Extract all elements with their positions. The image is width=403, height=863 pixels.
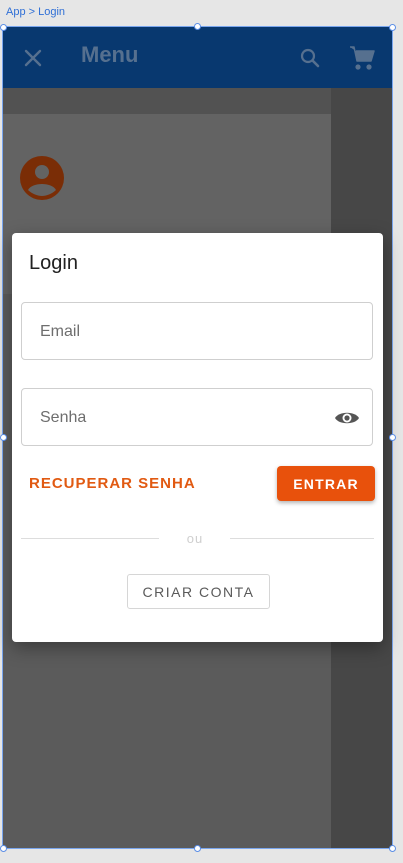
resize-handle-bottom-right[interactable] bbox=[389, 845, 396, 852]
resize-handle-right[interactable] bbox=[389, 434, 396, 441]
dialog-title: Login bbox=[29, 252, 78, 274]
account-circle-icon bbox=[20, 156, 64, 200]
password-input[interactable] bbox=[38, 389, 332, 447]
divider-left bbox=[21, 538, 159, 539]
breadcrumb[interactable]: App > Login bbox=[6, 6, 65, 18]
create-account-button[interactable]: CRIAR CONTA bbox=[127, 574, 270, 609]
resize-handle-top[interactable] bbox=[194, 23, 201, 30]
close-icon bbox=[24, 49, 42, 67]
or-separator: ou bbox=[186, 531, 204, 546]
login-dialog: Login RECUPERAR SENHA ENTRAR ou CRIAR CO… bbox=[12, 233, 383, 642]
email-field[interactable] bbox=[21, 302, 373, 361]
cart-button[interactable] bbox=[344, 40, 380, 76]
password-toggle-button[interactable] bbox=[334, 405, 360, 431]
resize-handle-bottom-left[interactable] bbox=[0, 845, 7, 852]
resize-handle-left[interactable] bbox=[0, 434, 7, 441]
resize-handle-top-left[interactable] bbox=[0, 24, 7, 31]
close-button[interactable] bbox=[15, 40, 51, 76]
password-field[interactable] bbox=[21, 388, 373, 447]
login-button[interactable]: ENTRAR bbox=[277, 466, 375, 501]
search-button[interactable] bbox=[292, 40, 328, 76]
divider-right bbox=[230, 538, 374, 539]
email-input[interactable] bbox=[38, 303, 332, 361]
app-bar: Menu bbox=[3, 27, 392, 88]
search-icon bbox=[300, 48, 320, 68]
app-bar-title: Menu bbox=[81, 42, 139, 67]
eye-icon bbox=[335, 412, 359, 424]
recover-password-button[interactable]: RECUPERAR SENHA bbox=[29, 475, 196, 492]
drawer-header-band bbox=[3, 88, 331, 114]
avatar[interactable] bbox=[20, 156, 64, 200]
resize-handle-top-right[interactable] bbox=[389, 24, 396, 31]
cart-icon bbox=[350, 46, 375, 70]
resize-handle-bottom[interactable] bbox=[194, 845, 201, 852]
